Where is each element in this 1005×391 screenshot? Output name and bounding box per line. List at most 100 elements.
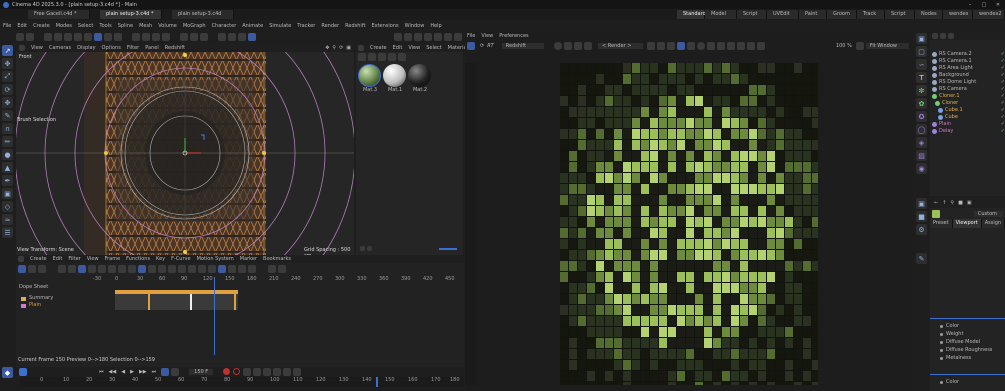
viewport-canvas[interactable]: [16, 52, 354, 255]
keyframe-param-icon[interactable]: [283, 367, 292, 376]
render-picture-viewer-icon[interactable]: [190, 33, 198, 41]
axis-x-icon[interactable]: [132, 33, 140, 41]
goto-end-icon[interactable]: ⏭: [152, 369, 157, 375]
object-mode-icon[interactable]: [94, 33, 102, 41]
menu-volume[interactable]: Volume: [158, 23, 177, 29]
visible-check-icon[interactable]: ✓: [1001, 86, 1005, 93]
om-search-icon[interactable]: [948, 32, 954, 39]
render-start-icon[interactable]: [467, 42, 475, 50]
attr-weight[interactable]: Weight: [930, 330, 1005, 338]
frame-cursor[interactable]: [376, 377, 378, 387]
render-menu-preferences[interactable]: Preferences: [499, 33, 528, 39]
visible-check-icon[interactable]: ✓: [1001, 65, 1005, 72]
field-create-icon[interactable]: [434, 33, 442, 41]
search-icon[interactable]: ⚲: [950, 200, 954, 206]
lock-icon[interactable]: ■: [958, 200, 963, 206]
tab-assign[interactable]: Assign: [981, 219, 1005, 228]
minimize-icon[interactable]: –: [963, 2, 977, 8]
axis-y-icon[interactable]: [142, 33, 150, 41]
attr-bottom-color[interactable]: Color: [930, 378, 959, 386]
curve-ease-both-icon[interactable]: [168, 265, 176, 273]
render-rt-icon[interactable]: RT: [487, 43, 494, 49]
render-view-icon[interactable]: [180, 33, 188, 41]
menu-modes[interactable]: Modes: [56, 23, 72, 29]
loop-icon[interactable]: [161, 367, 170, 376]
timeline-mode-icon[interactable]: [19, 367, 27, 376]
undo-icon[interactable]: [16, 33, 24, 41]
menu-simulate[interactable]: Simulate: [269, 23, 291, 29]
redo-icon[interactable]: [26, 33, 34, 41]
goto-start-icon[interactable]: ⏮: [99, 369, 104, 375]
menu-spline[interactable]: Spline: [118, 23, 133, 29]
attr-diffuse-model[interactable]: Diffuse Model: [930, 338, 1005, 346]
rotate-tool-icon[interactable]: ⟳: [2, 84, 13, 95]
layout-tab-groom[interactable]: Groom: [827, 10, 857, 19]
visible-check-icon[interactable]: ✓: [1001, 58, 1005, 65]
timeline-menu-create[interactable]: Create: [30, 256, 47, 262]
layout-tab-model[interactable]: Model: [705, 10, 737, 19]
select-tool-icon[interactable]: ↗: [2, 45, 13, 56]
visible-check-icon[interactable]: ✓: [1001, 114, 1005, 121]
channel-alpha-icon[interactable]: [677, 42, 686, 50]
menu-select[interactable]: Select: [78, 23, 93, 29]
quantize-icon[interactable]: [228, 33, 236, 41]
attr-metalness[interactable]: Metalness: [930, 354, 1005, 362]
viewport-menu-cameras[interactable]: Cameras: [49, 45, 71, 51]
scale-tool-icon[interactable]: ⤢: [2, 71, 13, 82]
edges-mode-icon[interactable]: [64, 33, 72, 41]
grid-overlay-icon[interactable]: [687, 42, 696, 50]
magnet-tool-icon[interactable]: ∩: [2, 123, 13, 134]
viewport-menu-filter[interactable]: Filter: [127, 45, 139, 51]
view-layout-icon[interactable]: [19, 44, 25, 51]
curve-zero-icon[interactable]: [188, 265, 196, 273]
next-frame-icon[interactable]: ▶▶: [139, 369, 147, 375]
polygon-pen-icon[interactable]: ◇: [2, 201, 13, 212]
takes-icon[interactable]: ■: [916, 211, 927, 222]
key-icon[interactable]: [58, 265, 66, 273]
history-icon[interactable]: [737, 42, 746, 50]
viewport-menu-options[interactable]: Options: [102, 45, 121, 51]
viewport-menu-panel[interactable]: Panel: [145, 45, 159, 51]
measure-tool-icon[interactable]: ▣: [2, 188, 13, 199]
prev-key-icon[interactable]: ◀◀: [109, 369, 117, 375]
tab-viewport[interactable]: Viewport: [952, 219, 982, 228]
material-settings-icon[interactable]: [398, 53, 406, 61]
viewport-menu-view[interactable]: View: [31, 45, 43, 51]
material-item[interactable]: Mat.1: [383, 64, 407, 93]
material-zoom-slider[interactable]: [439, 248, 457, 250]
camera-create-icon[interactable]: [444, 33, 452, 41]
viewport-maximize-icon[interactable]: ▣: [346, 45, 351, 51]
generator-create-icon[interactable]: [414, 33, 422, 41]
marker-list-icon[interactable]: [278, 265, 286, 273]
viewport-menu-redshift[interactable]: Redshift: [165, 45, 185, 51]
lock-icon[interactable]: [584, 42, 593, 50]
color-picker-icon[interactable]: [554, 42, 563, 50]
menu-extensions[interactable]: Extensions: [371, 23, 398, 29]
move-tool-icon[interactable]: ✥: [2, 58, 13, 69]
curve-ease-in-icon[interactable]: [148, 265, 156, 273]
timeline-menu-bookmarks[interactable]: Bookmarks: [263, 256, 291, 262]
object-row[interactable]: RS Camera ✓: [932, 86, 1005, 93]
maximize-icon[interactable]: □: [977, 2, 991, 8]
menu-file[interactable]: File: [3, 23, 11, 29]
material-menu-edit[interactable]: Edit: [393, 45, 403, 51]
scene-icon[interactable]: ▨: [916, 150, 927, 161]
material-menu-create[interactable]: Create: [370, 45, 387, 51]
knife-tool-icon[interactable]: ✎: [2, 110, 13, 121]
timeline-menu-filter[interactable]: Filter: [68, 256, 80, 262]
key-ease-icon[interactable]: [98, 265, 106, 273]
mode-select[interactable]: Custom: [973, 210, 1003, 217]
curve-auto-icon[interactable]: [198, 265, 206, 273]
timeline-menu-edit[interactable]: Edit: [53, 256, 63, 262]
key-spline-icon[interactable]: [108, 265, 116, 273]
pen-tool-icon[interactable]: ✒: [2, 175, 13, 186]
picker-icon[interactable]: ✎: [916, 253, 927, 264]
aov-icon[interactable]: [727, 42, 736, 50]
bucket-icon[interactable]: [707, 42, 716, 50]
keyframe-rot-icon[interactable]: [263, 367, 272, 376]
menu-render[interactable]: Render: [321, 23, 339, 29]
key-break-icon[interactable]: [128, 265, 136, 273]
material-menu-select[interactable]: Select: [426, 45, 441, 51]
key-weighted-icon[interactable]: [138, 265, 146, 273]
grid-snap-icon[interactable]: [248, 33, 256, 41]
